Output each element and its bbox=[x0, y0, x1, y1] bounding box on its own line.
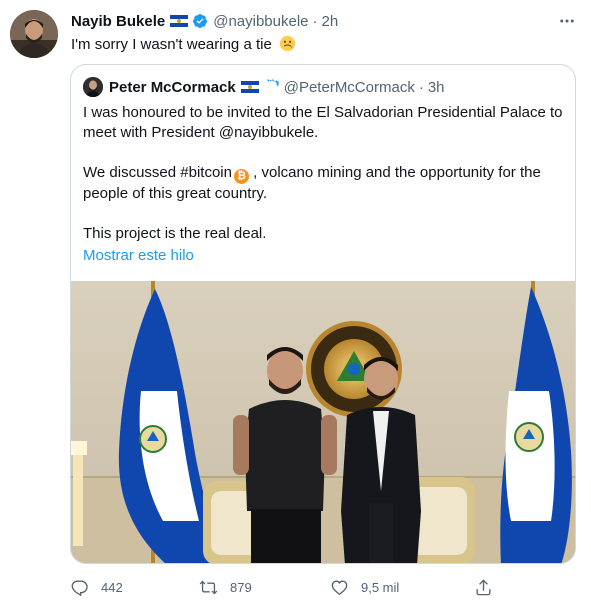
like-button[interactable]: 9,5 mil bbox=[330, 574, 399, 600]
author-name[interactable]: Nayib Bukele bbox=[71, 13, 165, 30]
like-count: 9,5 mil bbox=[361, 579, 400, 595]
tweet-text: I'm sorry I wasn't wearing a tie bbox=[71, 35, 296, 55]
heart-icon bbox=[331, 579, 348, 595]
quoted-tweet[interactable]: Peter McCormack @PeterMcCormack · 3h I w… bbox=[70, 64, 576, 564]
quoted-author-avatar[interactable] bbox=[83, 77, 103, 97]
reply-count: 442 bbox=[101, 579, 123, 595]
share-icon bbox=[476, 578, 491, 595]
reply-button[interactable]: 442 bbox=[70, 574, 123, 600]
tweet-header: Nayib Bukele @nayibbukele · 2h bbox=[71, 12, 338, 30]
quoted-text-line-1: I was honoured to be invited to the El S… bbox=[83, 104, 563, 141]
el-salvador-flag-icon bbox=[240, 81, 259, 93]
retweet-button[interactable]: 879 bbox=[199, 574, 252, 600]
quoted-tweet-photo[interactable] bbox=[71, 281, 575, 563]
verified-badge-icon bbox=[267, 79, 279, 90]
quoted-tweet-timestamp[interactable]: 3h bbox=[428, 79, 445, 96]
share-button[interactable] bbox=[474, 574, 493, 600]
verified-badge-icon bbox=[193, 14, 208, 28]
tweet-actions: 442 879 9,5 mil bbox=[0, 574, 591, 600]
tweet-timestamp[interactable]: 2h bbox=[322, 13, 339, 30]
separator-dot: · bbox=[312, 12, 318, 30]
retweet-icon bbox=[199, 580, 218, 594]
reply-icon bbox=[71, 579, 88, 596]
quoted-text-line-3: This project is the real deal. bbox=[83, 225, 267, 242]
quoted-text-line-2: We discussed #bitcoin ₿ , volcano mining … bbox=[83, 163, 565, 204]
show-thread-link[interactable]: Mostrar este hilo bbox=[83, 246, 194, 266]
tweet[interactable]: Nayib Bukele @nayibbukele · 2h I'm sorry… bbox=[0, 0, 591, 607]
more-horizontal-icon bbox=[560, 19, 574, 23]
quoted-author-name[interactable]: Peter McCormack bbox=[109, 79, 236, 96]
quoted-tweet-text: I was honoured to be invited to the El S… bbox=[83, 103, 565, 266]
author-handle[interactable]: @nayibbukele bbox=[213, 13, 308, 30]
face-with-tie-emoji-icon bbox=[279, 35, 296, 52]
quoted-tweet-header: Peter McCormack @PeterMcCormack · 3h bbox=[83, 77, 445, 97]
quoted-text-line-2-start: We discussed #bitcoin bbox=[83, 164, 232, 181]
separator-dot: · bbox=[418, 78, 424, 96]
el-salvador-flag-icon bbox=[170, 15, 189, 27]
more-options-button[interactable] bbox=[556, 10, 578, 32]
tweet-text-content: I'm sorry I wasn't wearing a tie bbox=[71, 36, 272, 53]
author-avatar[interactable] bbox=[10, 10, 58, 58]
quoted-author-handle[interactable]: @PeterMcCormack bbox=[284, 79, 415, 96]
retweet-count: 879 bbox=[230, 579, 252, 595]
bitcoin-emoji-icon: ₿ bbox=[233, 169, 249, 184]
